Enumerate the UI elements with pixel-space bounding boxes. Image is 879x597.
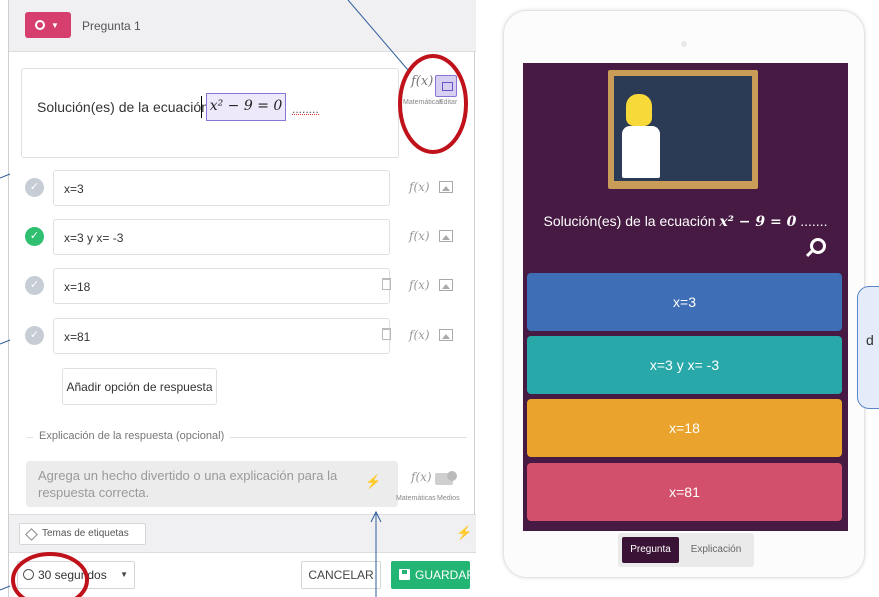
question-title: Pregunta 1	[82, 19, 141, 33]
answer-row: ✓ x=81 f(x)	[21, 318, 466, 354]
text-cursor	[201, 96, 202, 118]
chalkboard	[614, 76, 752, 181]
toggle-question[interactable]: Pregunta	[622, 537, 679, 563]
question-input[interactable]: Solución(es) de la ecuación x² − 9 = 0 .…	[21, 68, 399, 158]
preview-screen: Solución(es) de la ecuación x² − 9 = 0 .…	[523, 63, 848, 531]
clock-icon	[23, 569, 34, 580]
toggle-explanation[interactable]: Explicación	[684, 537, 748, 563]
radio-icon	[35, 20, 45, 30]
preview-option[interactable]: x=3 y x= -3	[527, 336, 842, 394]
image-icon[interactable]	[439, 279, 453, 291]
chevron-down-icon: ▼	[120, 570, 128, 579]
math-caption: Matemáticas	[396, 495, 436, 502]
question-tools: f(x) Matemáticas Editar	[401, 72, 471, 122]
image-icon[interactable]	[435, 75, 457, 97]
tablet-preview: Solución(es) de la ecuación x² − 9 = 0 .…	[503, 10, 865, 578]
camera-dot	[681, 41, 687, 47]
explanation-label: Explicación de la respuesta (opcional)	[33, 430, 231, 442]
question-type-button[interactable]: ▼	[25, 12, 71, 38]
media-caption: Medios	[437, 495, 460, 502]
character-head	[626, 94, 652, 126]
preview-option[interactable]: x=3	[527, 273, 842, 331]
answer-input[interactable]: x=18	[53, 268, 390, 304]
answer-row: ✓ x=3 f(x)	[21, 170, 466, 206]
answer-row: ✓ x=3 y x= -3 f(x)	[21, 219, 466, 255]
save-button[interactable]: GUARDAR	[391, 561, 475, 589]
trash-icon[interactable]	[382, 328, 391, 340]
save-icon	[399, 569, 410, 580]
chevron-down-icon: ▼	[51, 21, 59, 30]
question-editor: ▼ Pregunta 1 Solución(es) de la ecuación…	[8, 0, 476, 597]
answer-input[interactable]: x=3	[53, 170, 390, 206]
preview-toggle: Pregunta Explicación	[618, 533, 754, 567]
answer-input[interactable]: x=81	[53, 318, 390, 354]
math-icon[interactable]: f(x)	[409, 180, 430, 194]
question-image	[608, 70, 758, 189]
math-caption: Matemáticas	[403, 99, 443, 106]
check-icon[interactable]: ✓	[25, 178, 44, 197]
side-tab[interactable]: d	[857, 286, 879, 409]
tags-button[interactable]: Temas de etiquetas	[19, 523, 146, 545]
preview-option[interactable]: x=18	[527, 399, 842, 457]
preview-option[interactable]: x=81	[527, 463, 842, 521]
bolt-icon[interactable]: ⚡	[456, 525, 472, 541]
media-icon[interactable]	[435, 471, 457, 485]
question-formula[interactable]: x² − 9 = 0	[206, 93, 286, 121]
image-icon[interactable]	[439, 181, 453, 193]
edit-caption: Editar	[439, 99, 458, 106]
check-icon[interactable]: ✓	[25, 326, 44, 345]
math-icon[interactable]: f(x)	[411, 74, 433, 89]
answer-row: ✓ x=18 f(x)	[21, 268, 466, 304]
cancel-button[interactable]: CANCELAR	[301, 561, 381, 589]
explanation-input[interactable]: Agrega un hecho divertido o una explicac…	[26, 461, 398, 507]
preview-question: Solución(es) de la ecuación x² − 9 = 0 .…	[543, 213, 828, 230]
editor-footer: 30 segundos ▼ CANCELAR GUARDAR	[9, 552, 476, 597]
timer-select[interactable]: 30 segundos ▼	[17, 561, 135, 589]
math-icon[interactable]: f(x)	[409, 278, 430, 292]
trash-icon[interactable]	[382, 278, 391, 290]
trailing-dots: ........	[292, 102, 319, 116]
bolt-icon[interactable]: ⚡	[365, 474, 381, 490]
question-text: Solución(es) de la ecuación	[37, 99, 209, 115]
answer-input[interactable]: x=3 y x= -3	[53, 219, 390, 255]
math-icon[interactable]: f(x)	[409, 229, 430, 243]
math-icon[interactable]: f(x)	[411, 470, 432, 484]
image-icon[interactable]	[439, 329, 453, 341]
editor-topbar: ▼ Pregunta 1	[9, 0, 476, 52]
zoom-icon[interactable]	[810, 238, 826, 254]
check-icon[interactable]: ✓	[25, 276, 44, 295]
math-icon[interactable]: f(x)	[409, 328, 430, 342]
image-icon[interactable]	[439, 230, 453, 242]
tags-bar: Temas de etiquetas ⚡	[9, 514, 476, 552]
check-icon[interactable]: ✓	[25, 227, 44, 246]
add-option-button[interactable]: Añadir opción de respuesta	[62, 368, 217, 405]
character-body	[622, 126, 660, 178]
